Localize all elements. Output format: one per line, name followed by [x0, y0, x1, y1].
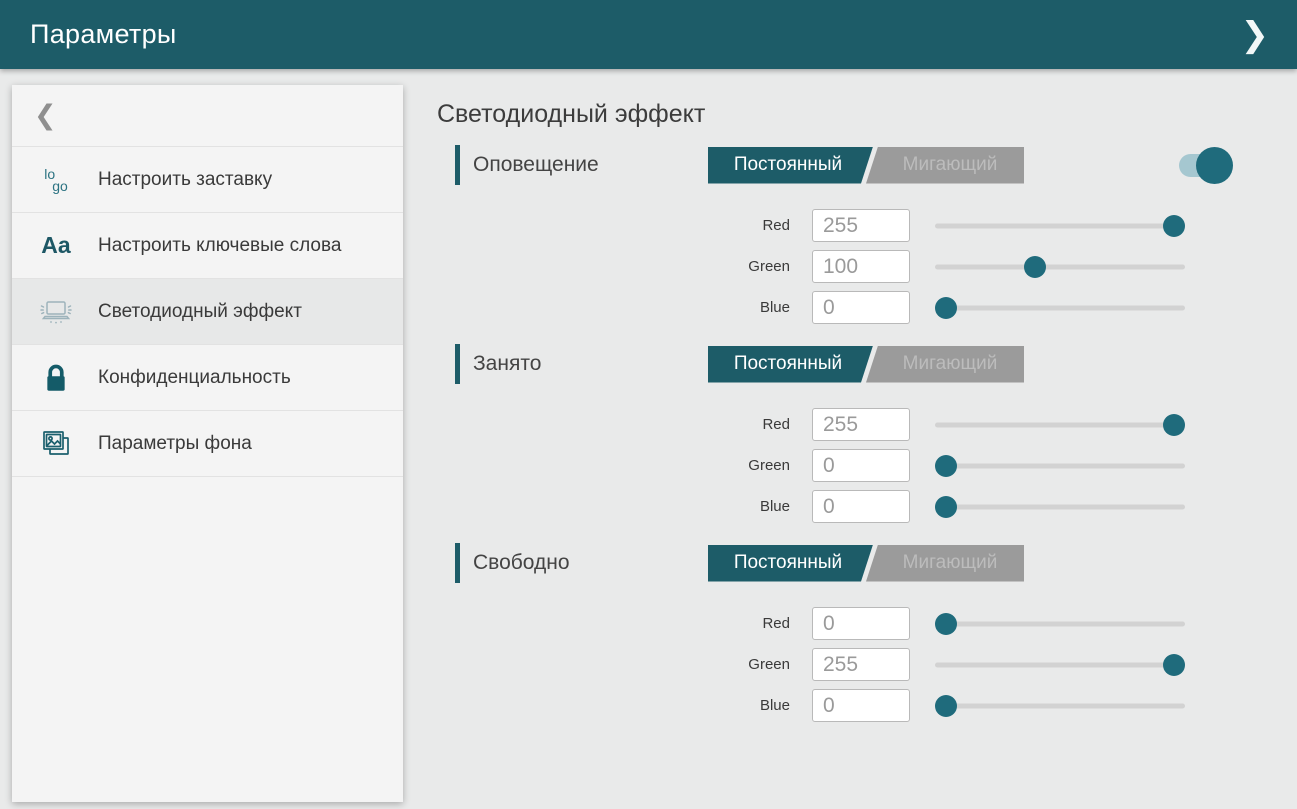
mode-option-blinking[interactable]: Мигающий: [876, 346, 1024, 383]
red-label: Red: [437, 615, 790, 632]
green-slider[interactable]: [935, 455, 1185, 477]
led-effect-panel: Светодиодный эффект Оповещение Постоянны…: [437, 69, 1297, 809]
green-label: Green: [437, 457, 790, 474]
section-title: Свободно: [473, 551, 708, 575]
mode-option-solid[interactable]: Постоянный: [708, 346, 868, 383]
blue-slider[interactable]: [935, 496, 1185, 518]
red-slider-thumb[interactable]: [1163, 215, 1185, 237]
blue-slider[interactable]: [935, 297, 1185, 319]
section-busy: Занято Постоянный Мигающий Red Green: [437, 344, 1297, 527]
sidebar-item-label: Настроить ключевые слова: [98, 233, 341, 259]
page-title: Параметры: [30, 19, 177, 50]
blue-slider-thumb[interactable]: [935, 297, 957, 319]
mode-segmented-control: Постоянный Мигающий: [708, 147, 1024, 184]
panel-title: Светодиодный эффект: [437, 100, 1297, 129]
sidebar-item-label: Светодиодный эффект: [98, 299, 302, 325]
mode-option-blinking[interactable]: Мигающий: [876, 147, 1024, 184]
logo-icon: logo: [36, 168, 76, 192]
red-value-input[interactable]: [812, 209, 910, 242]
sidebar-item-privacy[interactable]: Конфиденциальность: [12, 345, 403, 411]
red-label: Red: [437, 217, 790, 234]
keywords-icon: Aa: [36, 234, 76, 257]
sidebar-item-keywords[interactable]: Aa Настроить ключевые слова: [12, 213, 403, 279]
blue-slider[interactable]: [935, 695, 1185, 717]
red-slider-thumb[interactable]: [1163, 414, 1185, 436]
red-value-input[interactable]: [812, 607, 910, 640]
notification-toggle[interactable]: [1179, 154, 1225, 177]
led-screen-icon: [36, 298, 76, 326]
mode-segmented-control: Постоянный Мигающий: [708, 346, 1024, 383]
blue-label: Blue: [437, 697, 790, 714]
red-slider-thumb[interactable]: [935, 613, 957, 635]
red-slider[interactable]: [935, 613, 1185, 635]
green-slider-thumb[interactable]: [1163, 654, 1185, 676]
blue-slider-thumb[interactable]: [935, 496, 957, 518]
sidebar-item-label: Конфиденциальность: [98, 365, 291, 391]
section-notification: Оповещение Постоянный Мигающий Red: [437, 145, 1297, 328]
mode-option-solid[interactable]: Постоянный: [708, 545, 868, 582]
section-accent-bar: [455, 145, 460, 185]
blue-label: Blue: [437, 498, 790, 515]
images-icon: [36, 428, 76, 460]
chevron-right-icon[interactable]: ❯: [1235, 14, 1276, 56]
green-value-input[interactable]: [812, 250, 910, 283]
green-slider[interactable]: [935, 256, 1185, 278]
mode-option-solid[interactable]: Постоянный: [708, 147, 868, 184]
sidebar-item-led-effect[interactable]: Светодиодный эффект: [12, 279, 403, 345]
settings-sidebar: ❮ logo Настроить заставку Aa Настроить к…: [12, 85, 403, 802]
section-free: Свободно Постоянный Мигающий Red Green: [437, 543, 1297, 726]
sidebar-item-label: Параметры фона: [98, 431, 252, 457]
blue-slider-thumb[interactable]: [935, 695, 957, 717]
blue-value-input[interactable]: [812, 490, 910, 523]
red-slider[interactable]: [935, 414, 1185, 436]
green-value-input[interactable]: [812, 648, 910, 681]
red-value-input[interactable]: [812, 408, 910, 441]
mode-segmented-control: Постоянный Мигающий: [708, 545, 1024, 582]
sidebar-item-label: Настроить заставку: [98, 167, 272, 193]
blue-label: Blue: [437, 299, 790, 316]
chevron-left-icon: ❮: [34, 102, 57, 129]
sidebar-item-background[interactable]: Параметры фона: [12, 411, 403, 477]
sidebar-item-screensaver[interactable]: logo Настроить заставку: [12, 147, 403, 213]
blue-value-input[interactable]: [812, 291, 910, 324]
section-accent-bar: [455, 543, 460, 583]
mode-option-blinking[interactable]: Мигающий: [876, 545, 1024, 582]
green-label: Green: [437, 258, 790, 275]
blue-value-input[interactable]: [812, 689, 910, 722]
section-title: Оповещение: [473, 153, 708, 177]
section-title: Занято: [473, 352, 708, 376]
green-value-input[interactable]: [812, 449, 910, 482]
red-label: Red: [437, 416, 790, 433]
app-header: Параметры ❯: [0, 0, 1297, 69]
green-slider-thumb[interactable]: [935, 455, 957, 477]
lock-icon: [36, 363, 76, 393]
green-slider[interactable]: [935, 654, 1185, 676]
section-accent-bar: [455, 344, 460, 384]
red-slider[interactable]: [935, 215, 1185, 237]
green-label: Green: [437, 656, 790, 673]
toggle-knob: [1196, 147, 1233, 184]
green-slider-thumb[interactable]: [1024, 256, 1046, 278]
sidebar-back-button[interactable]: ❮: [12, 85, 403, 147]
